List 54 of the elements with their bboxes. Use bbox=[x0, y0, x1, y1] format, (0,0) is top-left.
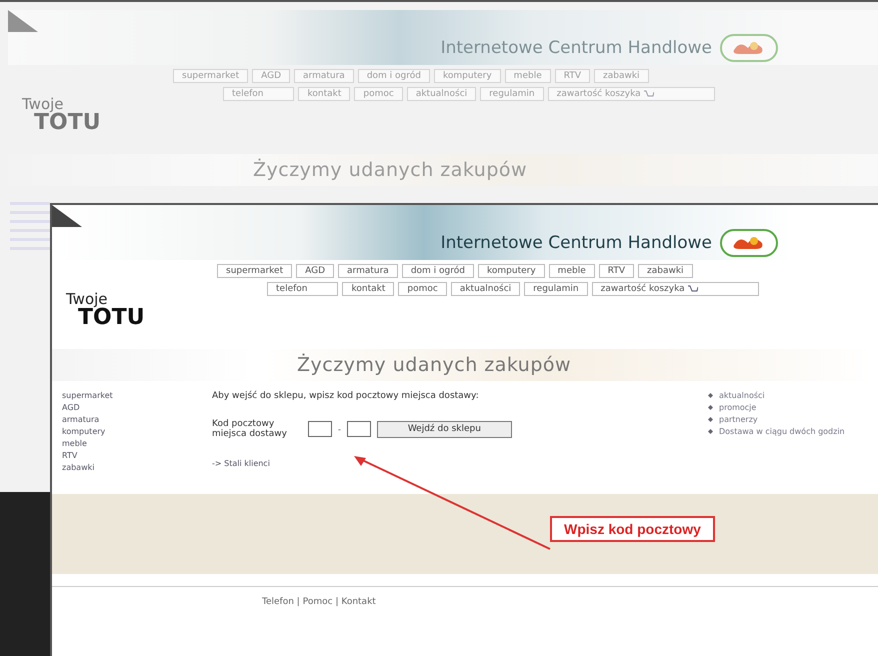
nav-link[interactable]: kontakt bbox=[342, 282, 394, 296]
sidebar-link[interactable]: RTV bbox=[62, 451, 212, 460]
sidebar-link[interactable]: supermarket bbox=[62, 391, 212, 400]
nav-link[interactable]: dom i ogród bbox=[402, 264, 474, 278]
slogan: Życzymy udanych zakupów bbox=[297, 354, 572, 376]
nav-link[interactable]: telefon bbox=[267, 282, 338, 296]
nav-link[interactable]: supermarket bbox=[217, 264, 292, 278]
info-link[interactable]: promocje bbox=[719, 403, 756, 412]
callout-label: Wpisz kod pocztowy bbox=[550, 516, 715, 542]
footer-link[interactable]: Kontakt bbox=[341, 597, 376, 607]
nav-link[interactable]: pomoc bbox=[398, 282, 447, 296]
returning-customers-link[interactable]: -> Stali klienci bbox=[212, 459, 692, 468]
sidebar-link[interactable]: AGD bbox=[62, 403, 212, 412]
info-link[interactable]: aktualności bbox=[719, 391, 765, 400]
cart-icon bbox=[688, 285, 698, 293]
bullet-icon bbox=[708, 429, 713, 434]
postcode-field[interactable] bbox=[346, 421, 371, 437]
cart-link[interactable]: zawartość koszyka bbox=[592, 282, 759, 296]
slogan: Życzymy udanych zakupów bbox=[253, 159, 528, 181]
nav-link[interactable]: zabawki bbox=[638, 264, 693, 278]
sidebar-link[interactable]: meble bbox=[62, 439, 212, 448]
info-link[interactable]: partnerzy bbox=[719, 415, 758, 424]
sidebar-link[interactable]: komputery bbox=[62, 427, 212, 436]
enter-shop-button[interactable]: Wejdź do sklepu bbox=[376, 420, 512, 438]
sidebar-link[interactable]: zabawki bbox=[62, 463, 212, 472]
nav-link[interactable]: AGD bbox=[296, 264, 334, 278]
field-label: Kod pocztowy miejsca dostawy bbox=[212, 419, 288, 439]
sidebar-link[interactable]: armatura bbox=[62, 415, 212, 424]
dash-text: - bbox=[338, 424, 341, 434]
nav-link[interactable]: armatura bbox=[338, 264, 398, 278]
corner-icon bbox=[52, 205, 82, 227]
intro-text: Aby wejść do sklepu, wpisz kod pocztowy miejsca dostawy: bbox=[212, 391, 480, 401]
site-title: Internetowe Centrum Handlowe bbox=[440, 232, 712, 252]
nav-link[interactable]: komputery bbox=[478, 264, 545, 278]
bullet-icon bbox=[708, 417, 713, 422]
corner-icon bbox=[8, 10, 38, 32]
site-logo: Twoje TOTU bbox=[22, 97, 102, 134]
separator-text: | bbox=[334, 597, 340, 607]
separator-text: | bbox=[296, 597, 301, 607]
site-logo: Twoje TOTU bbox=[66, 292, 146, 329]
bullet-icon bbox=[708, 405, 713, 410]
nav-link[interactable]: regulamin bbox=[524, 282, 588, 296]
postcode-field[interactable] bbox=[308, 421, 332, 437]
cart-icon bbox=[644, 90, 654, 98]
logo-badge-icon bbox=[720, 228, 778, 256]
info-link[interactable]: Dostawa w ciągu dwóch godzin bbox=[719, 427, 845, 436]
nav-link[interactable]: meble bbox=[548, 264, 595, 278]
footer-link[interactable]: Pomoc bbox=[302, 597, 333, 607]
logo-badge-icon bbox=[720, 34, 778, 62]
footer-link[interactable]: Telefon bbox=[262, 597, 294, 607]
site-title: Internetowe Centrum Handlowe bbox=[440, 38, 712, 58]
nav-link[interactable]: RTV bbox=[598, 264, 634, 278]
bullet-icon bbox=[708, 393, 713, 398]
nav-link[interactable]: aktualności bbox=[450, 282, 520, 296]
